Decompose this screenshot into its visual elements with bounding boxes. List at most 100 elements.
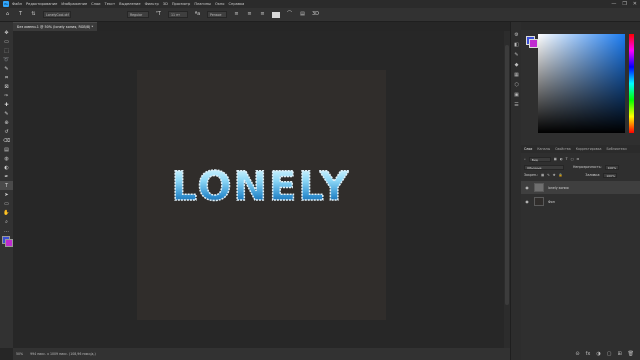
font-size-field[interactable]: 11 пт [168,11,188,18]
hand-tool-icon[interactable]: ✋ [0,208,13,217]
font-style-select[interactable]: Regular [127,11,149,18]
link-layers-icon[interactable]: ⊝ [575,351,579,357]
layers-footer: ⊝ fx ◑ ▢ ⊞ 🗑 [521,348,640,360]
visibility-eye-icon[interactable]: ◉ [524,185,530,190]
status-bar: 50% 994 пикс. x 1009 пикс. (108,96 пикс/… [13,348,510,360]
new-layer-icon[interactable]: ⊞ [617,351,621,357]
move-tool-icon[interactable]: ✥ [0,28,13,37]
document-info: 994 пикс. x 1009 пикс. (108,96 пикс/д.) [30,352,96,356]
warp-text-icon[interactable]: ⌒ [286,11,293,18]
menu-edit[interactable]: Редактирование [26,2,57,6]
fill-field[interactable]: 100% [603,172,618,178]
gradient-tool-icon[interactable]: ▤ [0,145,13,154]
layer-filter-select[interactable]: Вид [528,156,551,162]
filter-type-icon[interactable]: T [566,157,568,161]
menu-image[interactable]: Изображение [61,2,87,6]
menu-help[interactable]: Справка [229,2,245,6]
character-panel-icon[interactable]: ▤ [299,11,306,18]
text-orientation-icon[interactable]: ⇅ [30,11,37,18]
lonely-artwork-text: LONELY [171,164,350,210]
marquee-tool-icon[interactable]: ⬚ [0,46,13,55]
add-mask-icon[interactable]: ▢ [607,351,612,357]
type-tool-icon[interactable]: T [17,11,24,18]
text-color-swatch[interactable] [272,11,280,18]
lock-pixels-icon[interactable]: ▦ [541,173,544,177]
stamp-tool-icon[interactable]: ⊕ [0,118,13,127]
lock-all-icon[interactable]: 🔒 [558,173,562,177]
lock-move-icon[interactable]: ✥ [553,173,556,177]
document-tab[interactable]: Без имени-1 @ 50% (lonely копия, RGB/8) … [13,22,98,31]
hue-slider[interactable] [629,34,634,133]
filter-pixel-icon[interactable]: ▦ [554,157,557,161]
menu-plugins[interactable]: Плагины [194,2,211,6]
blur-tool-icon[interactable]: ◍ [0,154,13,163]
history-brush-tool-icon[interactable]: ↺ [0,127,13,136]
quick-select-tool-icon[interactable]: ✎ [0,64,13,73]
close-button[interactable]: ✕ [633,1,637,7]
minimize-button[interactable]: — [611,1,616,7]
menu-type[interactable]: Текст [105,2,116,6]
crop-tool-icon[interactable]: ⌗ [0,73,13,82]
menu-select[interactable]: Выделение [119,2,140,6]
canvas-area[interactable]: LONELY [13,31,504,348]
3d-icon[interactable]: 3D [312,11,319,18]
eyedropper-tool-icon[interactable]: ✑ [0,91,13,100]
eraser-tool-icon[interactable]: ⌫ [0,136,13,145]
layers-panel-tabs: Слои Каналы Свойства Корректировка Библи… [521,145,640,153]
options-bar: ⌂ T ⇅ LonelyCool.otf Regular ᵀT 11 пт ªa… [0,8,640,22]
color-panel-header [521,22,640,30]
tab-properties[interactable]: Свойства [555,147,571,151]
visibility-eye-icon[interactable]: ◉ [524,199,530,204]
align-center-icon[interactable]: ≡ [246,11,253,18]
pen-tool-icon[interactable]: ✒ [0,172,13,181]
layer-style-icon[interactable]: fx [586,351,591,357]
filter-smart-icon[interactable]: ⊡ [577,157,580,161]
layer-row-lonely-copy[interactable]: ◉ lonely копия [521,181,640,194]
dodge-tool-icon[interactable]: ◐ [0,163,13,172]
lasso-tool-icon[interactable]: ➰ [0,55,13,64]
healing-tool-icon[interactable]: ✚ [0,100,13,109]
delete-layer-icon[interactable]: 🗑 [628,351,634,357]
anti-alias-select[interactable]: Резкое [207,11,227,18]
panel-background-swatch[interactable] [529,39,538,48]
layer-thumbnail [534,183,544,192]
anti-alias-icon: ªa [194,11,201,17]
font-family-select[interactable]: LonelyCool.otf [43,11,71,18]
more-tools-icon[interactable]: … [0,226,13,235]
adjustment-layer-icon[interactable]: ◑ [596,351,600,357]
tab-libraries[interactable]: Библиотеки [607,147,627,151]
layer-row-background[interactable]: ◉ Фон [521,195,640,208]
opacity-field[interactable]: 100% [604,164,619,170]
align-right-icon[interactable]: ≡ [259,11,266,18]
shape-tool-icon[interactable]: ▭ [0,199,13,208]
filter-adjust-icon[interactable]: ◐ [560,157,563,161]
restore-button[interactable]: ❐ [622,1,626,7]
tab-adjustments[interactable]: Корректировка [576,147,602,151]
path-select-tool-icon[interactable]: ➤ [0,190,13,199]
menu-filter[interactable]: Фильтр [145,2,159,6]
home-icon[interactable]: ⌂ [4,11,11,18]
zoom-tool-icon[interactable]: ⌕ [0,217,13,226]
lock-row: Закреп.: ▦ ✎ ✥ 🔒 Заливка: 100% [521,171,640,179]
tools-panel: ✥ ▭ ⬚ ➰ ✎ ⌗ ⊠ ✑ ✚ ✎ ⊕ ↺ ⌫ ▤ ◍ ◐ ✒ T ➤ ▭ … [0,22,14,348]
document-canvas[interactable]: LONELY [137,70,386,320]
menu-window[interactable]: Окно [215,2,225,6]
tab-layers[interactable]: Слои [524,147,532,151]
type-tool-icon[interactable]: T [0,181,13,190]
filter-shape-icon[interactable]: ▢ [571,157,574,161]
frame-tool-icon[interactable]: ⊠ [0,82,13,91]
color-picker-field[interactable] [538,34,625,133]
menu-view[interactable]: Просмотр [172,2,190,6]
menu-file[interactable]: Файл [12,2,22,6]
scrollbar-thumb[interactable] [505,45,509,305]
blend-mode-select[interactable]: Обычные [524,164,564,170]
menu-layers[interactable]: Слои [91,2,100,6]
menu-3d[interactable]: 3D [163,2,168,6]
align-left-icon[interactable]: ≡ [233,11,240,18]
zoom-level[interactable]: 50% [16,352,23,356]
artboard-tool-icon[interactable]: ▭ [0,37,13,46]
brush-tool-icon[interactable]: ✎ [0,109,13,118]
tab-channels[interactable]: Каналы [537,147,550,151]
lock-paint-icon[interactable]: ✎ [547,173,550,177]
background-color-swatch[interactable] [5,239,13,247]
